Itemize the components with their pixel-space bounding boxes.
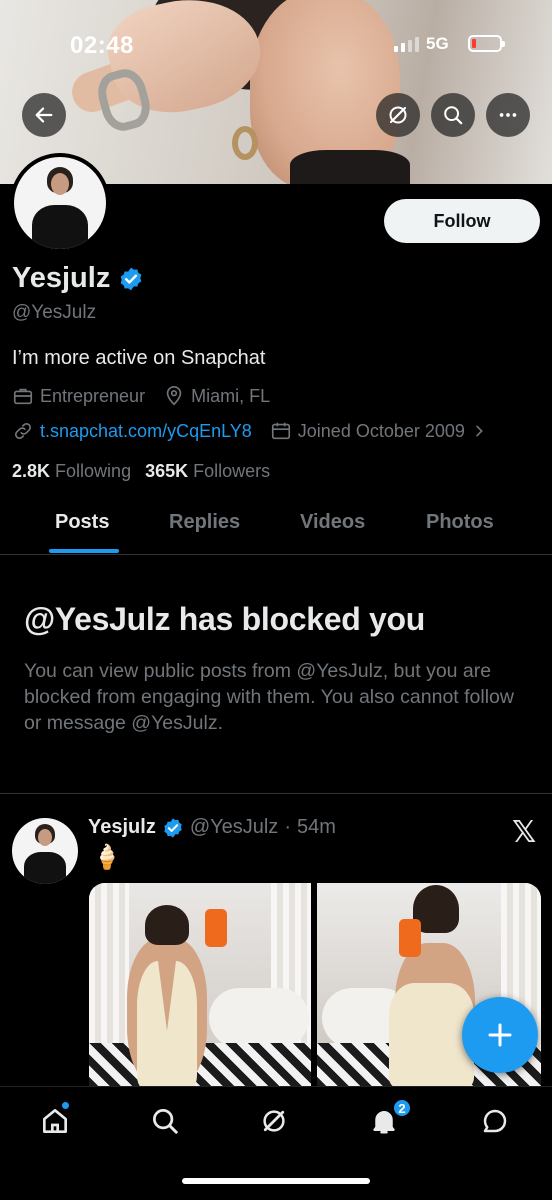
post-header: Yesjulz @YesJulz · 54m (88, 816, 336, 839)
signal-icon (394, 34, 419, 52)
profile-link[interactable]: t.snapchat.com/yCqEnLY8 (12, 420, 252, 442)
grok-icon (263, 1110, 285, 1132)
media-hair (145, 905, 189, 945)
media-phone (205, 909, 227, 947)
joined-label: Joined October 2009 (297, 420, 465, 441)
media-bathtub (209, 988, 309, 1048)
active-tab-indicator (49, 549, 119, 553)
post-author-name[interactable]: Yesjulz (88, 816, 156, 839)
back-arrow-icon (35, 107, 53, 123)
grok-button[interactable] (376, 93, 420, 137)
link-url[interactable]: t.snapchat.com/yCqEnLY8 (40, 421, 252, 442)
x-logo-icon: 𝕏 (512, 816, 537, 849)
followers-link[interactable]: 365K Followers (145, 461, 270, 482)
profile-meta-row-2: t.snapchat.com/yCqEnLY8 Joined October 2… (12, 420, 505, 442)
profile-meta-row-1: Entrepreneur Miami, FL (12, 385, 288, 407)
profile-handle: @YesJulz (12, 302, 97, 323)
banner-neck (290, 150, 410, 184)
back-button[interactable] (22, 93, 66, 137)
divider (0, 793, 552, 794)
avatar-face (51, 173, 69, 195)
status-bar: 02:48 5G (0, 28, 552, 64)
post-time: 54m (296, 816, 336, 838)
blocked-title: @YesJulz has blocked you (24, 601, 426, 637)
search-icon (444, 106, 463, 125)
followers-count: 365K (145, 461, 189, 481)
location-pin-icon (166, 386, 182, 406)
battery-icon (468, 35, 505, 52)
chevron-right-icon (476, 425, 483, 437)
grok-icon (389, 106, 407, 124)
post-text: 🍦 (92, 844, 122, 871)
following-count: 2.8K (12, 461, 51, 481)
plus-icon (488, 1023, 512, 1047)
avatar-body (32, 205, 88, 249)
nav-grok[interactable] (254, 1101, 294, 1141)
category-label: Entrepreneur (40, 385, 146, 406)
followers-label: Followers (193, 461, 271, 481)
avatar-image (14, 157, 106, 249)
profile-name-row: Yesjulz (12, 262, 144, 295)
profile-counts: 2.8K Following 365K Followers (12, 461, 270, 482)
profile-name: Yesjulz (12, 262, 111, 294)
nav-messages[interactable] (475, 1101, 515, 1141)
tab-photos[interactable]: Photos (426, 511, 494, 534)
nav-home[interactable] (35, 1101, 75, 1141)
home-indicator (182, 1178, 370, 1184)
follow-button[interactable]: Follow (384, 199, 540, 243)
tab-replies[interactable]: Replies (169, 511, 240, 534)
link-icon (14, 422, 32, 440)
location-label: Miami, FL (191, 385, 271, 406)
profile-tabs: Posts Replies Videos Photos (0, 503, 552, 555)
messages-icon (483, 1109, 507, 1133)
media-phone (399, 919, 421, 957)
notification-count-badge: 2 (392, 1098, 412, 1118)
search-button[interactable] (431, 93, 475, 137)
verified-badge-icon[interactable] (118, 266, 144, 292)
home-icon (43, 1109, 67, 1133)
post-avatar-face (38, 829, 52, 846)
post-separator: · (284, 816, 291, 838)
profile-category: Entrepreneur (12, 385, 145, 407)
post-avatar-body (24, 852, 66, 884)
nav-search[interactable] (145, 1101, 185, 1141)
profile-avatar[interactable] (10, 153, 110, 253)
compose-button[interactable] (462, 997, 538, 1073)
post-media-1[interactable] (89, 883, 311, 1088)
post-author-handle: @YesJulz (189, 816, 279, 838)
profile-bio: I’m more active on Snapchat (12, 347, 266, 369)
banner-earring (232, 126, 258, 160)
more-button[interactable] (486, 93, 530, 137)
status-time: 02:48 (70, 32, 134, 59)
blocked-message: You can view public posts from @YesJulz,… (24, 660, 514, 734)
post-avatar[interactable] (12, 818, 78, 884)
verified-badge-icon (164, 817, 182, 838)
calendar-icon (271, 422, 290, 440)
profile-location: Miami, FL (163, 385, 270, 407)
profile-joined[interactable]: Joined October 2009 (270, 420, 487, 442)
tab-videos[interactable]: Videos (300, 511, 365, 534)
following-link[interactable]: 2.8K Following (12, 461, 131, 482)
home-new-dot (62, 1102, 69, 1109)
network-label: 5G (426, 34, 449, 53)
more-icon (499, 113, 517, 117)
tab-posts[interactable]: Posts (55, 511, 109, 534)
briefcase-icon (13, 388, 33, 405)
search-icon (153, 1109, 178, 1134)
following-label: Following (55, 461, 132, 481)
